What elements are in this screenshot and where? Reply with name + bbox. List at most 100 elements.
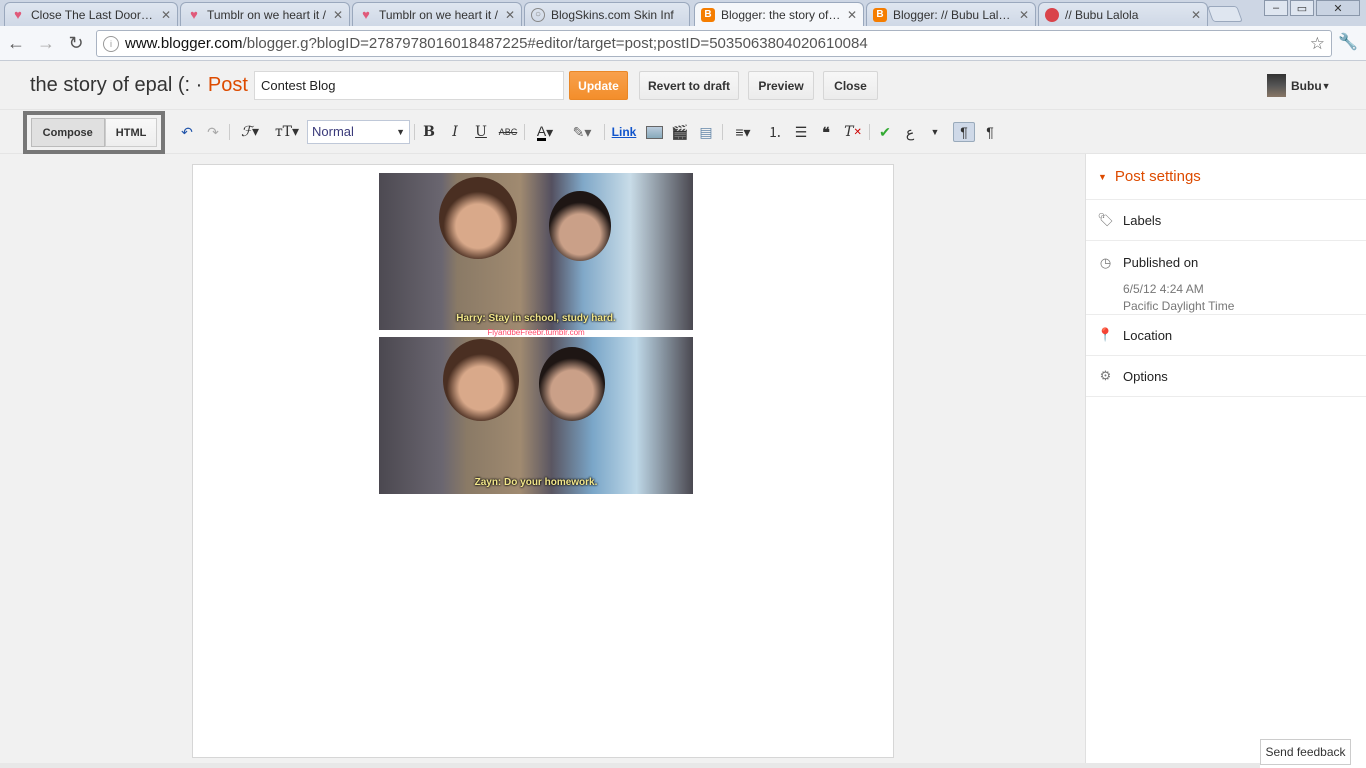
minimize-button[interactable]: – [1264, 0, 1288, 16]
url-host: www.blogger.com [125, 35, 243, 52]
back-button[interactable]: ← [2, 29, 30, 57]
heart-icon: ♥ [14, 7, 22, 22]
numbered-list-icon[interactable]: ⒈ [766, 122, 784, 142]
font-family-icon[interactable]: ℱ▾ [235, 122, 265, 142]
image-caption: Harry: Stay in school, study hard. [456, 313, 616, 324]
user-name: Bubu [1291, 78, 1322, 93]
editor-toolbar: Compose HTML ↶ ↷ ℱ▾ тT▾ Normal ▼ B I U A… [0, 110, 1366, 154]
toolbar-separator [524, 124, 525, 140]
browser-tab[interactable]: ○ BlogSkins.com Skin Inf [524, 2, 690, 26]
wrench-icon[interactable]: 🔧 [1338, 32, 1358, 52]
close-tab-icon[interactable]: ✕ [847, 8, 857, 22]
close-tab-icon[interactable]: ✕ [1019, 8, 1029, 22]
update-button[interactable]: Update [569, 71, 628, 100]
figure-head [539, 347, 605, 421]
bold-icon[interactable]: B [420, 122, 438, 142]
dropdown-arrow-icon: ▼ [396, 127, 405, 137]
published-label: Published on [1123, 255, 1199, 270]
insert-image-icon[interactable] [644, 122, 664, 142]
published-date: 6/5/12 4:24 AM [1123, 282, 1204, 296]
bookmark-star-icon[interactable]: ☆ [1310, 34, 1325, 54]
location-label: Location [1123, 327, 1173, 343]
caret-down-icon: ▼ [1098, 171, 1107, 182]
align-icon[interactable]: ≡▾ [728, 122, 758, 142]
revert-to-draft-button[interactable]: Revert to draft [639, 71, 739, 100]
tab-title: Tumblr on we heart it / [207, 7, 326, 22]
image-caption: Zayn: Do your homework. [474, 477, 598, 488]
published-on-setting[interactable]: ◷ Published on 6/5/12 4:24 AM Pacific Da… [1086, 241, 1366, 315]
right-to-left-icon[interactable]: ¶ [980, 122, 1000, 142]
chevron-down-icon[interactable]: ▼ [928, 122, 942, 142]
reload-button[interactable]: ↻ [62, 29, 90, 57]
figure-head [439, 177, 517, 259]
spellcheck-icon[interactable]: ✔ [875, 122, 895, 142]
font-size-icon[interactable]: тT▾ [272, 122, 302, 142]
close-button[interactable]: Close [823, 71, 878, 100]
browser-tab[interactable]: B Blogger: // Bubu Lalola ✕ [866, 2, 1036, 26]
strikethrough-icon[interactable]: ABC [497, 122, 519, 142]
text-color-icon[interactable]: A ▾ [530, 122, 560, 142]
tab-title: // Bubu Lalola [1065, 7, 1139, 22]
link-label: Link [611, 125, 637, 139]
quote-icon[interactable]: ❝ [817, 122, 835, 142]
preview-button[interactable]: Preview [748, 71, 814, 100]
post-title-input[interactable]: Contest Blog [254, 71, 564, 100]
paragraph-format-select[interactable]: Normal ▼ [307, 120, 410, 144]
undo-icon[interactable]: ↶ [178, 122, 196, 142]
close-tab-icon[interactable]: ✕ [1191, 8, 1201, 22]
location-setting[interactable]: 📍 Location [1086, 315, 1366, 356]
maximize-button[interactable]: ▭ [1290, 0, 1314, 16]
account-menu[interactable]: Bubu ▼ [1267, 74, 1331, 97]
browser-tab-active[interactable]: B Blogger: the story of ep ✕ [694, 2, 864, 26]
tab-title: Blogger: // Bubu Lalola [893, 7, 1013, 22]
post-settings-title: Post settings [1114, 168, 1201, 185]
options-setting[interactable]: ⚙ Options [1086, 356, 1366, 397]
insert-video-icon[interactable]: 🎬 [670, 122, 690, 142]
window-close-button[interactable]: ✕ [1316, 0, 1360, 16]
browser-tab[interactable]: ♥ Tumblr on we heart it / ✕ [352, 2, 522, 26]
bullet-list-icon[interactable]: ☰ [792, 122, 810, 142]
close-tab-icon[interactable]: ✕ [161, 8, 171, 22]
address-bar[interactable]: i www.blogger.com/blogger.g?blogID=27879… [96, 30, 1332, 57]
insert-link-button[interactable]: Link [610, 122, 638, 142]
input-tools-icon[interactable]: ع [900, 122, 920, 142]
send-feedback-button[interactable]: Send feedback [1260, 739, 1351, 765]
bottom-strip [0, 763, 1260, 768]
figure-head [549, 191, 611, 261]
strawberry-icon [1045, 7, 1059, 22]
html-mode-button[interactable]: HTML [104, 118, 158, 147]
jump-break-icon[interactable]: ▤ [696, 122, 716, 142]
forward-button[interactable]: → [32, 29, 60, 57]
page-info-icon[interactable]: i [103, 35, 119, 52]
browser-tab[interactable]: ♥ Tumblr on we heart it / ✕ [180, 2, 350, 26]
back-arrow-icon: ← [7, 32, 25, 53]
remove-formatting-icon[interactable]: T ✕ [843, 122, 863, 142]
left-to-right-icon[interactable]: ¶ [953, 122, 975, 142]
tab-title: BlogSkins.com Skin Inf [551, 7, 674, 22]
labels-setting[interactable]: 🏷 Labels [1086, 200, 1366, 241]
compose-mode-button[interactable]: Compose [30, 118, 105, 147]
italic-icon[interactable]: I [446, 122, 464, 142]
tab-title: Close The Last Door : 2 [31, 7, 155, 22]
underline-icon[interactable]: U [472, 122, 490, 142]
toolbar-separator [604, 124, 605, 140]
browser-tab[interactable]: // Bubu Lalola ✕ [1038, 2, 1208, 26]
reload-icon: ↻ [68, 32, 84, 53]
close-tab-icon[interactable]: ✕ [333, 8, 343, 22]
highlight-color-icon[interactable]: ✎▾ [566, 122, 598, 142]
browser-tab[interactable]: ♥ Close The Last Door : 2 ✕ [4, 2, 178, 26]
post-image-harry-zayn: Harry: Stay in school, study hard. [379, 173, 693, 330]
post-image-harry-zayn: Zayn: Do your homework. [379, 337, 693, 494]
blogger-icon: B [873, 7, 887, 22]
new-tab-button[interactable] [1207, 6, 1243, 22]
tab-title: Blogger: the story of ep [721, 7, 841, 22]
post-settings-heading[interactable]: ▼ Post settings [1086, 154, 1366, 200]
published-timezone: Pacific Daylight Time [1123, 299, 1235, 313]
redo-icon[interactable]: ↷ [204, 122, 222, 142]
heart-icon: ♥ [190, 7, 198, 22]
close-tab-icon[interactable]: ✕ [505, 8, 515, 22]
label-tag-icon: 🏷 [1097, 212, 1114, 227]
post-body-editor[interactable]: Harry: Stay in school, study hard. Flyan… [192, 164, 894, 758]
globe-icon: ○ [531, 7, 545, 22]
options-label: Options [1123, 368, 1168, 384]
